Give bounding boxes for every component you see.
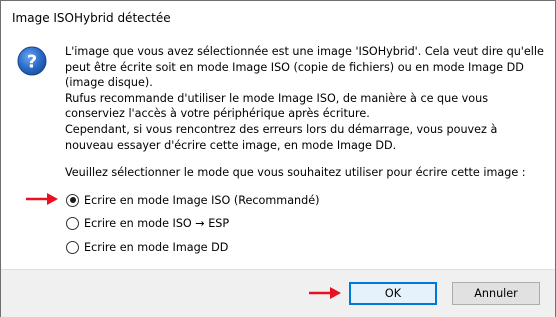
radio-label: Ecrire en mode Image ISO (Recommandé) <box>84 193 320 207</box>
message-paragraph: Rufus recommande d'utiliser le mode Imag… <box>65 91 489 121</box>
message-text: L'image que vous avez sélectionnée est u… <box>65 44 545 153</box>
button-bar: OK Annuler <box>1 269 555 317</box>
cancel-button[interactable]: Annuler <box>452 282 540 305</box>
message-paragraph: Cependant, si vous rencontrez des erreur… <box>65 122 498 152</box>
red-arrow-icon <box>309 287 341 299</box>
title-bar[interactable]: Image ISOHybrid détectée <box>1 1 555 37</box>
radio-label: Ecrire en mode ISO → ESP <box>84 216 230 230</box>
message-paragraph: L'image que vous avez sélectionnée est u… <box>65 45 544 90</box>
svg-text:?: ? <box>27 52 37 73</box>
radio-button[interactable] <box>66 216 79 230</box>
red-arrow-icon <box>26 193 58 205</box>
radio-label: Ecrire en mode Image DD <box>84 240 229 254</box>
selection-prompt: Veuillez sélectionner le mode que vous s… <box>65 166 526 179</box>
window-title: Image ISOHybrid détectée <box>12 11 171 25</box>
radio-option-iso[interactable]: Ecrire en mode Image ISO (Recommandé) <box>66 192 320 208</box>
radio-option-esp[interactable]: Ecrire en mode ISO → ESP <box>66 215 229 231</box>
dialog-window: Image ISOHybrid détectée ? L'image que v… <box>0 0 556 317</box>
radio-button[interactable] <box>66 193 79 207</box>
question-icon: ? <box>17 46 47 76</box>
radio-button[interactable] <box>66 240 79 254</box>
radio-option-dd[interactable]: Ecrire en mode Image DD <box>66 239 228 255</box>
ok-button[interactable]: OK <box>349 282 437 305</box>
